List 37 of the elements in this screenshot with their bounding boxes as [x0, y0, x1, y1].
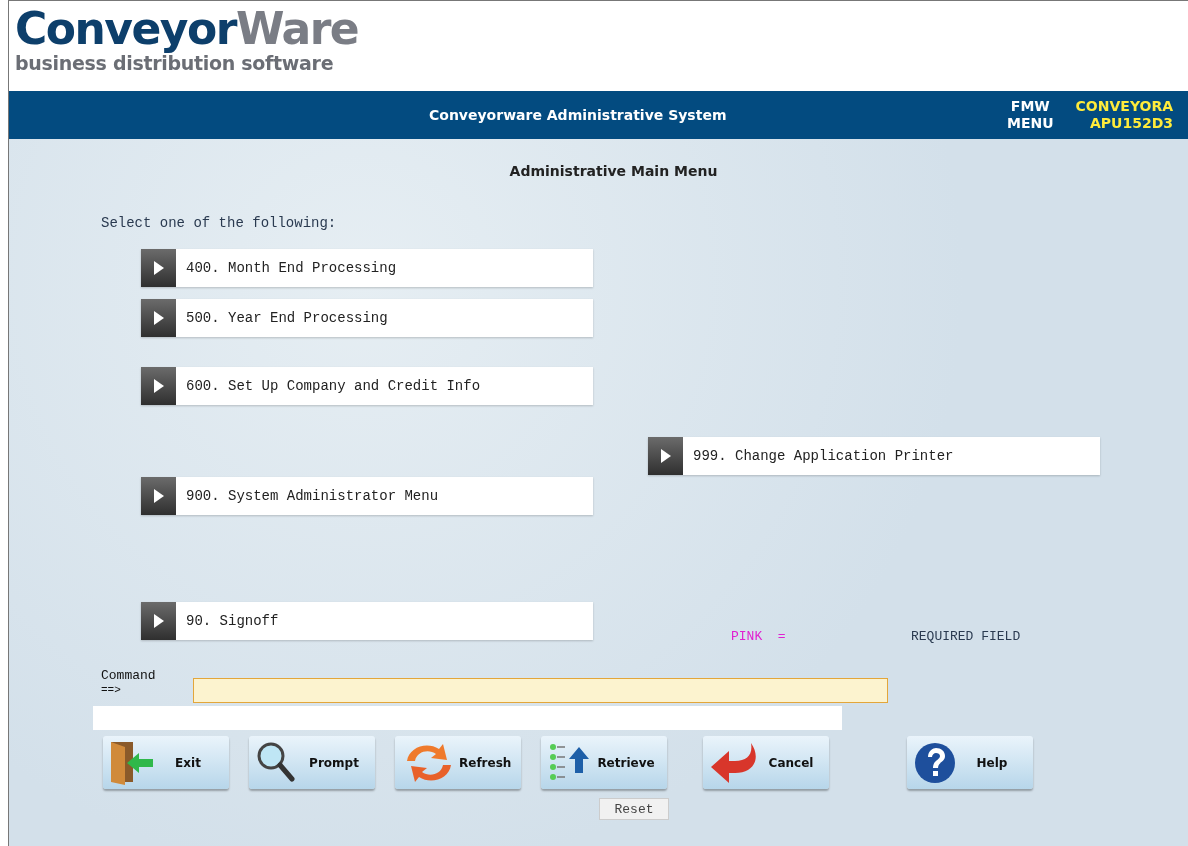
list-up-arrow-icon — [550, 743, 589, 780]
legend-key: PINK = — [731, 629, 786, 644]
legend-text: REQUIRED FIELD — [911, 628, 1021, 646]
refresh-button[interactable]: Refresh — [395, 736, 521, 789]
menu-option[interactable]: 90. Signoff — [141, 602, 593, 640]
refresh-icon — [407, 743, 451, 782]
command-prompt-arrow: ==> — [101, 683, 122, 697]
reset-button[interactable]: Reset — [599, 798, 669, 820]
play-arrow-icon — [152, 613, 165, 629]
play-arrow-icon — [152, 378, 165, 394]
command-input-field[interactable] — [193, 678, 888, 703]
play-arrow-icon — [152, 310, 165, 326]
cancel-button[interactable]: Cancel — [703, 736, 829, 789]
play-arrow-icon — [152, 260, 165, 276]
exit-button[interactable]: Exit — [103, 736, 229, 789]
menu-option[interactable]: 999. Change Application Printer — [648, 437, 1100, 475]
logo-text: ConveyorWare — [15, 7, 359, 51]
screen-id: FMW MENU — [1007, 97, 1054, 133]
play-arrow-icon — [659, 448, 672, 464]
logo-tagline: business distribution software — [15, 53, 334, 74]
menu-option[interactable]: 400. Month End Processing — [141, 249, 593, 287]
search-icon — [257, 742, 295, 781]
play-arrow-icon — [152, 488, 165, 504]
instruction-text: Select one of the following: — [101, 214, 337, 233]
menu-option[interactable]: 600. Set Up Company and Credit Info — [141, 367, 593, 405]
help-icon — [915, 742, 955, 783]
curved-arrow-icon — [711, 742, 756, 783]
menu-option[interactable]: 500. Year End Processing — [141, 299, 593, 337]
help-button[interactable]: Help — [907, 736, 1033, 789]
command-label: Command — [101, 668, 156, 683]
system-title: Conveyorware Administrative System — [429, 107, 728, 123]
door-exit-icon — [111, 741, 153, 785]
menu-option[interactable]: 900. System Administrator Menu — [141, 477, 593, 515]
screen-title: Administrative Main Menu — [508, 163, 719, 179]
system-id: CONVEYORA APU152D3 — [1075, 97, 1174, 133]
prompt-button[interactable]: Prompt — [249, 736, 375, 789]
retrieve-button[interactable]: Retrieve — [541, 736, 667, 789]
